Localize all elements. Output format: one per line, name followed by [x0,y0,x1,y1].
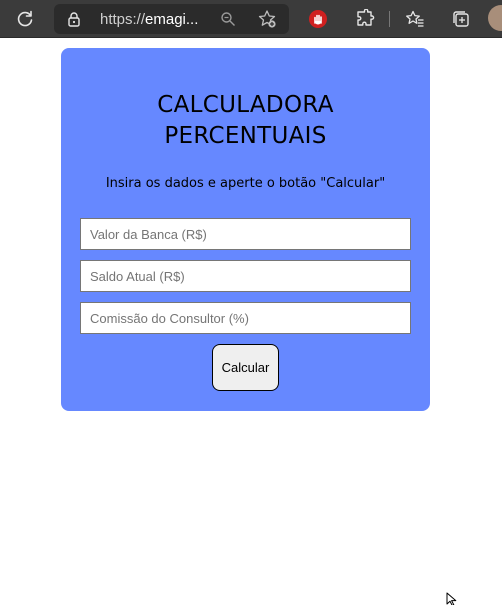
lock-icon[interactable] [66,11,82,27]
address-bar[interactable]: https://emagi... [54,4,289,34]
extensions-icon[interactable] [354,8,376,30]
url-text[interactable]: https://emagi... [100,11,210,28]
calculate-button[interactable]: Calcular [212,344,279,391]
url-host: emagi... [145,11,199,28]
reload-icon[interactable] [14,8,36,30]
bank-value-input[interactable] [80,218,411,250]
favorites-icon[interactable] [404,8,426,30]
mouse-cursor-icon [446,592,457,605]
add-favorite-icon[interactable] [257,9,277,29]
calculator-card: CALCULADORA PERCENTUAIS Insira os dados … [61,48,430,411]
title-line-1: CALCULADORA [157,92,334,118]
consultant-commission-input[interactable] [80,302,411,334]
url-scheme: https:// [100,11,146,28]
title-line-2: PERCENTUAIS [164,123,327,149]
extension-hand-icon[interactable] [307,8,329,30]
page-title: CALCULADORA PERCENTUAIS [61,90,430,152]
instructions-text: Insira os dados e aperte o botão "Calcul… [105,176,386,191]
toolbar-separator [389,11,390,27]
current-balance-input[interactable] [80,260,411,292]
browser-toolbar: https://emagi... [0,0,502,38]
collections-icon[interactable] [450,8,472,30]
zoom-icon[interactable] [220,11,236,27]
profile-avatar[interactable] [488,5,502,31]
